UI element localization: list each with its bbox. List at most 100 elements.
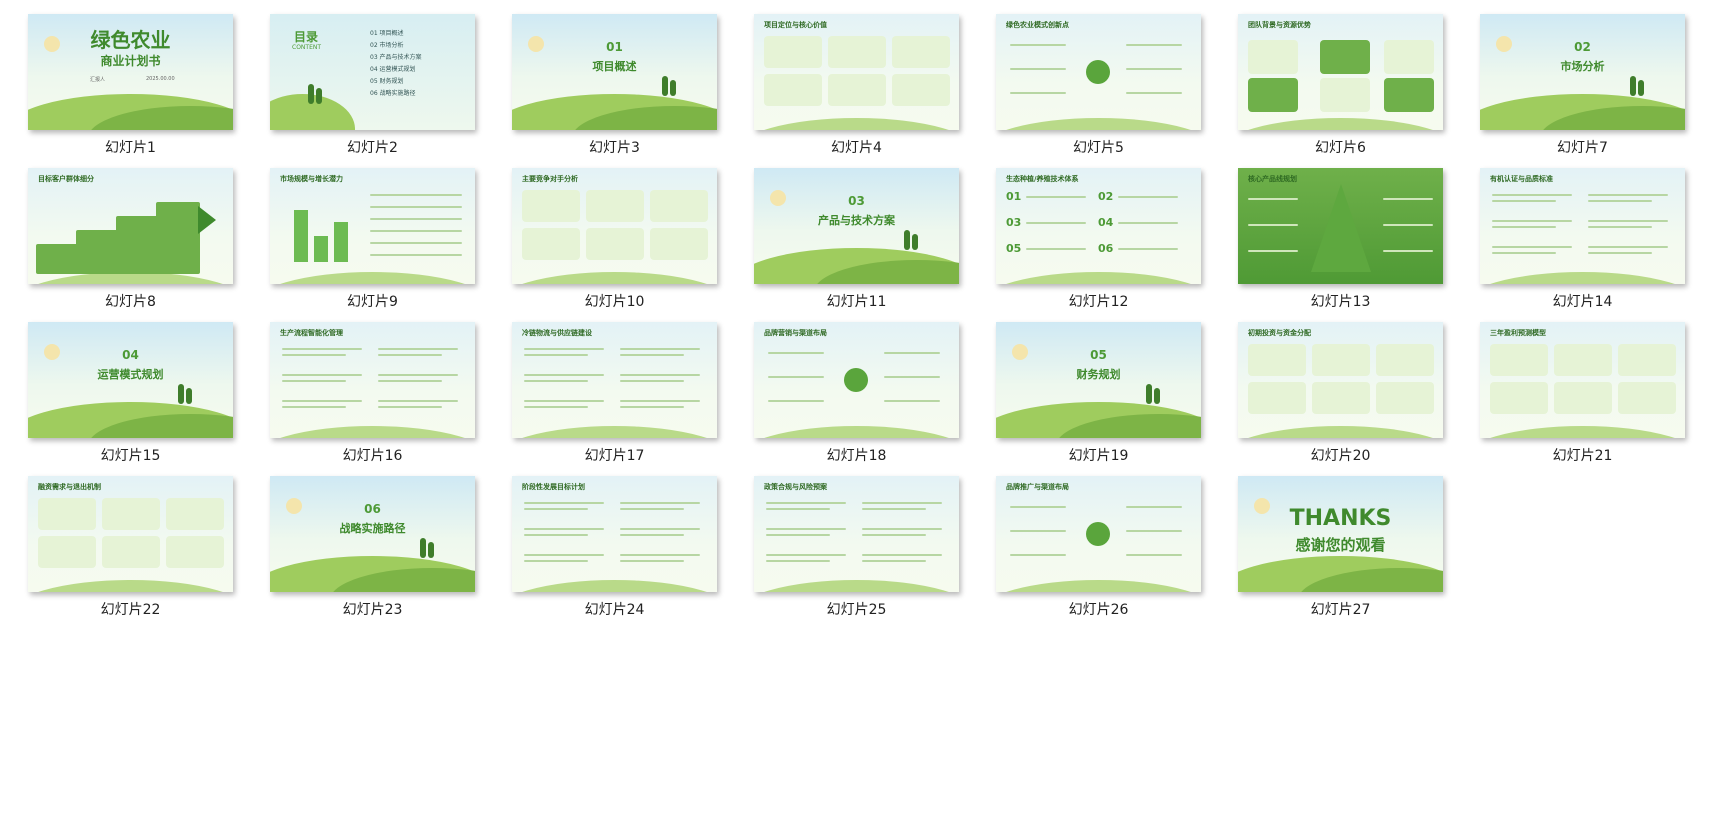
slide-cell[interactable]: 市场规模与增长潜力幻灯片9 (270, 168, 475, 311)
slide-cell[interactable]: 01 项目概述幻灯片3 (512, 14, 717, 157)
slide-thumbnail[interactable]: 初期投资与资金分配 (1238, 322, 1443, 438)
slide-cell[interactable]: 初期投资与资金分配幻灯片20 (1238, 322, 1443, 465)
text-line (1118, 222, 1178, 224)
slide-thumbnail[interactable]: 市场规模与增长潜力 (270, 168, 475, 284)
text-line (862, 508, 926, 510)
content-card (1554, 344, 1612, 376)
chart-bar (334, 222, 348, 262)
text-line (282, 380, 346, 382)
slide-cell[interactable]: 项目定位与核心价值 幻灯片4 (754, 14, 959, 157)
slide-cell[interactable]: 融资需求与退出机制 幻灯片22 (28, 476, 233, 619)
slide-thumbnail[interactable]: 绿色农业模式创新点 (996, 14, 1201, 130)
slide-cell[interactable]: 主要竞争对手分析 幻灯片10 (512, 168, 717, 311)
slide-heading: 项目定位与核心价值 (764, 21, 827, 29)
slide-cell[interactable]: 02 市场分析 幻灯片7 (1480, 14, 1685, 157)
slide-thumbnail[interactable]: 团队背景与资源优势 (1238, 14, 1443, 130)
step-number: 05 (1006, 242, 1022, 255)
slide-thumbnail[interactable]: 05 财务规划 (996, 322, 1201, 438)
slide-thumbnail[interactable]: 融资需求与退出机制 (28, 476, 233, 592)
text-line (766, 560, 830, 562)
content-card (828, 74, 886, 106)
hill-decoration (270, 426, 475, 438)
slide-label: 幻灯片9 (347, 294, 398, 310)
slide-cell[interactable]: 核心产品线规划 幻灯片13 (1238, 168, 1443, 311)
slide-cell[interactable]: THANKS 感谢您的观看 幻灯片27 (1238, 476, 1443, 619)
slide-thumbnail[interactable]: 目标客户群体细分 (28, 168, 233, 284)
slide-thumbnail[interactable]: THANKS 感谢您的观看 (1238, 476, 1443, 592)
slide-thumbnail[interactable]: 06 战略实施路径 (270, 476, 475, 592)
slide-cell[interactable]: 有机认证与品质标准幻灯片14 (1480, 168, 1685, 311)
slide-thumbnail[interactable]: 品牌营销与渠道布局 (754, 322, 959, 438)
text-line (620, 400, 700, 402)
slide-thumbnail[interactable]: 生产流程智能化管理 (270, 322, 475, 438)
slide-cell[interactable]: 生产流程智能化管理 幻灯片16 (270, 322, 475, 465)
slide-cell[interactable]: 绿色农业 商业计划书 汇报人 2025.00.00 幻灯片1 (28, 14, 233, 157)
team-card (1320, 78, 1370, 112)
slide-thumbnail[interactable]: 01 项目概述 (512, 14, 717, 130)
contents-item[interactable]: 02 市场分析 (370, 40, 422, 52)
slide-thumbnail[interactable]: 核心产品线规划 (1238, 168, 1443, 284)
slide-label: 幻灯片14 (1552, 294, 1613, 310)
tree-decoration (308, 84, 314, 104)
tree-decoration (420, 538, 426, 558)
slide-cell[interactable]: 03 产品与技术方案 幻灯片11 (754, 168, 959, 311)
text-line (1126, 44, 1182, 46)
slide-cell[interactable]: 05 财务规划 幻灯片19 (996, 322, 1201, 465)
tree-decoration (316, 88, 322, 104)
slide-label: 幻灯片23 (342, 602, 403, 618)
slide-thumbnail[interactable]: 三年盈利预测模型 (1480, 322, 1685, 438)
text-line (1588, 220, 1668, 222)
hill-decoration (1480, 272, 1685, 284)
contents-heading: 目录 (294, 30, 319, 44)
slide-thumbnail[interactable]: 绿色农业 商业计划书 汇报人 2025.00.00 (28, 14, 233, 130)
contents-heading-en: CONTENT (292, 44, 322, 51)
contents-item[interactable]: 03 产品与技术方案 (370, 52, 422, 64)
slide-thumbnail[interactable]: 有机认证与品质标准 (1480, 168, 1685, 284)
slide-thumbnail[interactable]: 主要竞争对手分析 (512, 168, 717, 284)
slide-label: 幻灯片8 (105, 294, 156, 310)
slide-thumbnail[interactable]: 品牌推广与渠道布局 (996, 476, 1201, 592)
text-line (862, 560, 926, 562)
content-card (38, 498, 96, 530)
text-line (620, 554, 700, 556)
slide-thumbnail[interactable]: 03 产品与技术方案 (754, 168, 959, 284)
contents-item[interactable]: 04 运营模式规划 (370, 64, 422, 76)
step-block (116, 216, 160, 274)
slide-thumbnail[interactable]: 阶段性发展目标计划 (512, 476, 717, 592)
slide-cell[interactable]: 目标客户群体细分幻灯片8 (28, 168, 233, 311)
step-number: 01 (1006, 190, 1022, 203)
slide-label: 幻灯片20 (1310, 448, 1371, 464)
slide-cell[interactable]: 政策合规与风险预案 幻灯片25 (754, 476, 959, 619)
slide-cell[interactable]: 06 战略实施路径幻灯片23 (270, 476, 475, 619)
slide-thumbnail[interactable]: 政策合规与风险预案 (754, 476, 959, 592)
slide-cell[interactable]: 阶段性发展目标计划 幻灯片24 (512, 476, 717, 619)
contents-item[interactable]: 01 项目概述 (370, 28, 422, 40)
section-title: 财务规划 (1076, 368, 1121, 381)
slide-thumbnail[interactable]: 04 运营模式规划 (28, 322, 233, 438)
slide-cell[interactable]: 团队背景与资源优势 幻灯片6 (1238, 14, 1443, 157)
text-line (524, 400, 604, 402)
hill-decoration (754, 580, 959, 592)
text-line (524, 528, 604, 530)
slide-cell[interactable]: 三年盈利预测模型 幻灯片21 (1480, 322, 1685, 465)
slide-thumbnail[interactable]: 项目定位与核心价值 (754, 14, 959, 130)
slide-thumbnail[interactable]: 02 市场分析 (1480, 14, 1685, 130)
slide-cell[interactable]: 04 运营模式规划 幻灯片15 (28, 322, 233, 465)
text-line (1126, 68, 1182, 70)
slide-thumbnail[interactable]: 生态种植/养殖技术体系 01 02 03 04 05 06 (996, 168, 1201, 284)
slide-cell[interactable]: 绿色农业模式创新点 幻灯片5 (996, 14, 1201, 157)
slide-cell[interactable]: 品牌推广与渠道布局 幻灯片26 (996, 476, 1201, 619)
slide-label: 幻灯片3 (589, 140, 640, 156)
hill-decoration (512, 272, 717, 284)
slide-thumbnail[interactable]: 冷链物流与供应链建设 (512, 322, 717, 438)
slide-thumbnail[interactable]: 目录 CONTENT 01 项目概述 02 市场分析 03 产品与技术方案 04 运营模式… (270, 14, 475, 130)
section-title: 市场分析 (1560, 60, 1605, 73)
text-line (1126, 92, 1182, 94)
slide-cell[interactable]: 品牌营销与渠道布局 幻灯片18 (754, 322, 959, 465)
contents-item[interactable]: 05 财务规划 (370, 76, 422, 88)
step-number: 06 (1098, 242, 1114, 255)
slide-cell[interactable]: 目录 CONTENT 01 项目概述 02 市场分析 03 产品与技术方案 04 运营模式… (270, 14, 475, 157)
contents-item[interactable]: 06 战略实施路径 (370, 88, 422, 100)
slide-cell[interactable]: 生态种植/养殖技术体系 01 02 03 04 05 06 幻灯片12 (996, 168, 1201, 311)
slide-cell[interactable]: 冷链物流与供应链建设 幻灯片17 (512, 322, 717, 465)
